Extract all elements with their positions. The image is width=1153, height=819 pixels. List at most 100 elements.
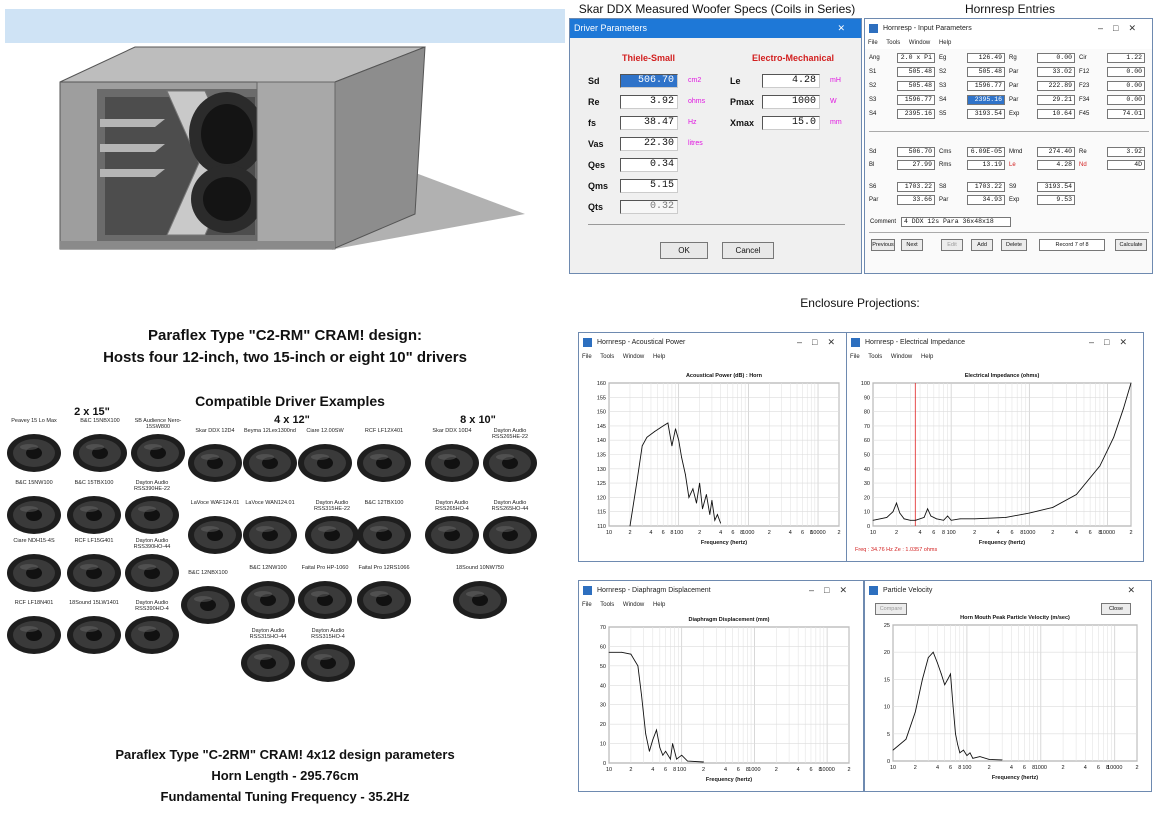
previous-button[interactable]: Previous bbox=[871, 239, 895, 251]
menu-window[interactable]: Window bbox=[909, 40, 930, 46]
next-button[interactable]: Next bbox=[901, 239, 923, 251]
param-value-field[interactable]: 2395.16 bbox=[967, 95, 1005, 105]
param-value-field[interactable]: 1.22 bbox=[1107, 53, 1145, 63]
menu-file[interactable]: File bbox=[582, 354, 592, 360]
param-value-field[interactable]: 4.28 bbox=[1037, 160, 1075, 170]
speaker-driver-icon bbox=[357, 516, 411, 554]
calculate-button[interactable]: Calculate bbox=[1115, 239, 1147, 251]
ts-value-field[interactable]: 38.47 bbox=[620, 116, 678, 130]
delete-button[interactable]: Delete bbox=[1001, 239, 1027, 251]
menu-window[interactable]: Window bbox=[623, 354, 644, 360]
window-controls-icon[interactable]: –□✕ bbox=[1089, 333, 1137, 352]
close-icon[interactable]: ✕ bbox=[1127, 581, 1145, 600]
param-value-field[interactable]: 74.01 bbox=[1107, 109, 1145, 119]
param-value-field[interactable]: 2395.16 bbox=[897, 109, 935, 119]
hornresp-input-titlebar: Hornresp - Input Parameters –□✕ bbox=[865, 19, 1152, 38]
menu-file[interactable]: File bbox=[850, 354, 860, 360]
window-controls-icon[interactable]: –□✕ bbox=[809, 581, 857, 600]
data-point bbox=[667, 422, 669, 424]
menu-help[interactable]: Help bbox=[653, 354, 665, 360]
param-label: Par bbox=[939, 197, 949, 203]
param-value-field[interactable]: 0.00 bbox=[1107, 81, 1145, 91]
param-value-field[interactable]: 0.00 bbox=[1107, 67, 1145, 77]
data-point bbox=[703, 761, 704, 763]
param-value-field[interactable]: 9.53 bbox=[1037, 195, 1075, 205]
ts-value-field[interactable]: 506.70 bbox=[620, 74, 678, 88]
param-value-field[interactable]: 1596.77 bbox=[897, 95, 935, 105]
em-label: Pmax bbox=[730, 97, 755, 107]
param-value-field[interactable]: 6.09E-05 bbox=[967, 147, 1005, 157]
ts-value-field[interactable]: 22.30 bbox=[620, 137, 678, 151]
speaker-driver-icon bbox=[483, 444, 537, 482]
ts-value-field[interactable]: 5.15 bbox=[620, 179, 678, 193]
hornresp-input-window: Hornresp - Input Parameters –□✕ File Too… bbox=[864, 18, 1153, 274]
param-value-field[interactable]: 3193.54 bbox=[967, 109, 1005, 119]
param-value-field[interactable]: 33.02 bbox=[1037, 67, 1075, 77]
param-value-field[interactable]: 3.92 bbox=[1107, 147, 1145, 157]
param-value-field[interactable]: 33.66 bbox=[897, 195, 935, 205]
param-value-field[interactable]: 3193.54 bbox=[1037, 182, 1075, 192]
menu-file[interactable]: File bbox=[868, 40, 878, 46]
param-value-field[interactable]: 10.64 bbox=[1037, 109, 1075, 119]
param-value-field[interactable]: 4D bbox=[1107, 160, 1145, 170]
param-value-field[interactable]: 222.89 bbox=[1037, 81, 1075, 91]
window-controls-icon[interactable]: –□✕ bbox=[1098, 19, 1146, 38]
ts-value-field[interactable]: 0.32 bbox=[620, 200, 678, 214]
comment-field[interactable]: 4 DDX 12s Para 36x48x18 bbox=[901, 217, 1011, 227]
ts-value-field[interactable]: 0.34 bbox=[620, 158, 678, 172]
param-value-field[interactable]: 13.19 bbox=[967, 160, 1005, 170]
param-value-field[interactable]: 505.48 bbox=[967, 67, 1005, 77]
param-value-field[interactable]: 0.00 bbox=[1107, 95, 1145, 105]
data-point bbox=[872, 519, 874, 521]
em-value-field[interactable]: 15.0 bbox=[762, 116, 820, 130]
menu-window[interactable]: Window bbox=[623, 602, 644, 608]
param-value-field[interactable]: 2.0 x Pi bbox=[897, 53, 935, 63]
add-button[interactable]: Add bbox=[971, 239, 993, 251]
driver-label: Dayton Audio RSS390HO-4 bbox=[135, 600, 169, 612]
ts-value-field[interactable]: 3.92 bbox=[620, 95, 678, 109]
driver-label: RCF LF12X401 bbox=[364, 428, 404, 434]
menu-tools[interactable]: Tools bbox=[886, 40, 900, 46]
param-value-field[interactable]: 1703.22 bbox=[967, 182, 1005, 192]
menu-file[interactable]: File bbox=[582, 602, 592, 608]
param-label: Mmd bbox=[1009, 149, 1023, 155]
param-value-field[interactable]: 34.93 bbox=[967, 195, 1005, 205]
y-tick-label: 50 bbox=[864, 453, 870, 459]
param-value-field[interactable]: 1596.77 bbox=[967, 81, 1005, 91]
driver-item: Dayton Audio RSS265HE-22 bbox=[478, 428, 542, 484]
param-value-field[interactable]: 0.00 bbox=[1037, 53, 1075, 63]
param-value-field[interactable]: 29.21 bbox=[1037, 95, 1075, 105]
param-value-field[interactable]: 505.48 bbox=[897, 81, 935, 91]
param-value-field[interactable]: 126.49 bbox=[967, 53, 1005, 63]
driver-label: B&C 15TBX100 bbox=[74, 480, 114, 486]
param-value-field[interactable]: 1703.22 bbox=[897, 182, 935, 192]
window-controls-icon[interactable]: –□✕ bbox=[797, 333, 845, 352]
param-value-field[interactable]: 274.40 bbox=[1037, 147, 1075, 157]
y-tick-label: 145 bbox=[597, 424, 606, 430]
ts-label: Qts bbox=[588, 202, 604, 212]
menu-help[interactable]: Help bbox=[921, 354, 933, 360]
horn-length: Horn Length - 295.76cm bbox=[211, 768, 359, 783]
param-label: Sd bbox=[869, 149, 877, 155]
ok-button[interactable]: OK bbox=[660, 242, 708, 259]
param-value-field[interactable]: 27.99 bbox=[897, 160, 935, 170]
x-axis-title: Frequency (hertz) bbox=[706, 777, 752, 783]
close-icon[interactable]: ✕ bbox=[837, 19, 855, 38]
menu-window[interactable]: Window bbox=[891, 354, 912, 360]
param-value-field[interactable]: 505.48 bbox=[897, 67, 935, 77]
edit-button[interactable]: Edit bbox=[941, 239, 963, 251]
data-point bbox=[955, 733, 956, 735]
menu-tools[interactable]: Tools bbox=[600, 602, 614, 608]
em-value-field[interactable]: 4.28 bbox=[762, 74, 820, 88]
electrical-impedance-chart: Electrical Impedance (ohms)0102030405060… bbox=[855, 373, 1133, 553]
driver-label: 18Sound 15LW1401 bbox=[69, 600, 119, 606]
menu-help[interactable]: Help bbox=[653, 602, 665, 608]
cancel-button[interactable]: Cancel bbox=[722, 242, 774, 259]
drivers-title: Compatible Driver Examples bbox=[195, 393, 385, 409]
menu-help[interactable]: Help bbox=[939, 40, 951, 46]
em-value-field[interactable]: 1000 bbox=[762, 95, 820, 109]
menu-tools[interactable]: Tools bbox=[868, 354, 882, 360]
param-label: S1 bbox=[869, 69, 877, 75]
param-value-field[interactable]: 506.70 bbox=[897, 147, 935, 157]
menu-tools[interactable]: Tools bbox=[600, 354, 614, 360]
